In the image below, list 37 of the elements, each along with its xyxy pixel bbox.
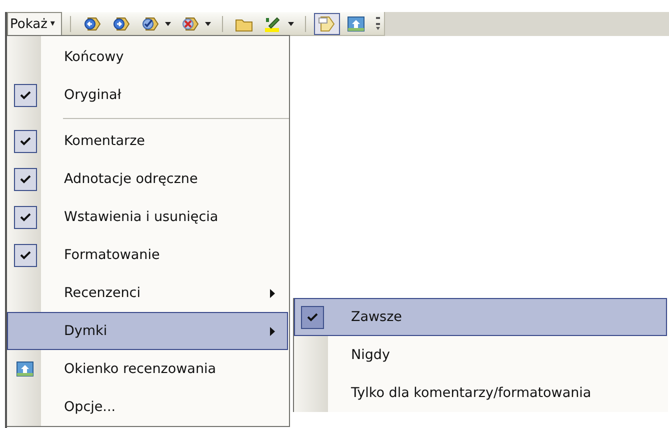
menu-item[interactable]: Oryginał <box>7 76 288 114</box>
show-button[interactable]: Pokaż ▾ <box>7 12 62 36</box>
checkbox[interactable] <box>14 244 36 266</box>
checkbox[interactable] <box>14 206 36 228</box>
menu-item[interactable]: Wstawienia i usunięcia <box>7 198 288 236</box>
checkbox[interactable] <box>14 130 36 152</box>
accept-change-icon <box>140 14 160 32</box>
toolbar-options-icon <box>376 16 380 30</box>
menu-item[interactable]: Opcje... <box>7 388 288 426</box>
balloon-icon <box>316 14 337 32</box>
checkbox[interactable] <box>14 84 36 106</box>
check-icon <box>20 250 30 260</box>
menu-item[interactable]: Końcowy <box>7 38 288 76</box>
menu-item[interactable]: Adnotacje odręczne <box>7 160 288 198</box>
menu-item[interactable]: Recenzenci <box>7 274 288 312</box>
checkbox[interactable] <box>14 168 36 190</box>
previous-change-icon <box>82 14 102 32</box>
check-icon <box>20 174 30 184</box>
check-icon <box>20 136 30 146</box>
checkbox[interactable] <box>300 306 324 328</box>
menu-item[interactable]: Nigdy <box>294 336 667 374</box>
reviewing-pane-icon <box>15 360 35 378</box>
balloon-button[interactable] <box>314 12 340 34</box>
menu-item[interactable]: Komentarze <box>7 122 288 160</box>
menu-item[interactable]: Okienko recenzowania <box>7 350 288 388</box>
next-change-icon <box>110 14 131 32</box>
check-icon <box>20 212 30 222</box>
menu-item[interactable]: Zawsze <box>294 298 667 336</box>
reviewing-pane-icon <box>346 14 366 32</box>
check-icon <box>20 90 30 100</box>
submenu-arrow-icon <box>270 326 275 336</box>
menu-item[interactable]: Formatowanie <box>7 236 288 274</box>
reject-change-icon <box>180 14 200 32</box>
menu-item[interactable]: Tylko dla komentarzy/formatowania <box>294 374 667 412</box>
submenu-arrow-icon <box>270 288 275 298</box>
menu-item[interactable]: Dymki <box>7 312 288 350</box>
check-icon <box>306 312 318 322</box>
